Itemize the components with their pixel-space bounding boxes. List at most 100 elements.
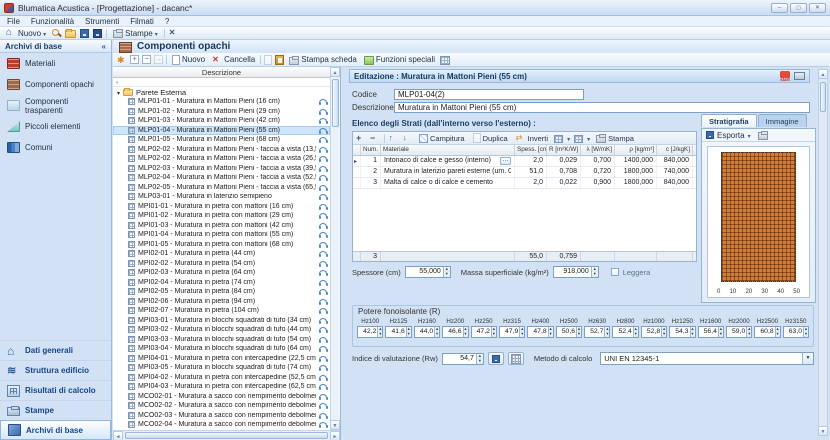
tree-item[interactable]: MPI04-02 - Muratura in pietra con interc… <box>113 373 330 383</box>
strati-table-row[interactable]: 1 Intonaco di calce e gesso (interno) 2,… <box>353 156 696 167</box>
tree-item[interactable]: MPI02-06 - Muratura in pietra (94 cm) <box>113 297 330 307</box>
tree-item[interactable]: MPI02-01 - Muratura in pietra (44 cm) <box>113 249 330 259</box>
frequency-value-field[interactable]: 42,2 <box>357 326 383 338</box>
move-down-icon[interactable] <box>403 133 413 143</box>
tree-item[interactable]: MPI03-01 - Muratura in blocchi squadrati… <box>113 316 330 326</box>
sidebar-item-componenti-opachi[interactable]: Componenti opachi <box>0 74 111 95</box>
tree-item[interactable]: MLP02-04 - Muratura in Mattoni Pieni - f… <box>113 173 330 183</box>
calculator-button[interactable] <box>508 352 524 365</box>
tools-icon[interactable] <box>169 28 179 38</box>
strati-table-row[interactable]: 2 Muratura in laterizio pareti esterne (… <box>353 167 696 178</box>
codice-input[interactable]: MLP01-04(2) <box>394 89 584 100</box>
spinner[interactable] <box>519 327 524 337</box>
open-folder-icon[interactable] <box>65 30 76 38</box>
frequency-value-field[interactable]: 63,0 <box>783 326 809 338</box>
nav-archivi-di-base[interactable]: Archivi di base <box>0 420 111 440</box>
spinner[interactable] <box>491 327 496 337</box>
save-index-button[interactable] <box>488 352 504 365</box>
spinner[interactable] <box>377 327 382 337</box>
frequency-value-field[interactable]: 41,6 <box>385 326 411 338</box>
grid-view-icon[interactable] <box>574 135 583 143</box>
descrizione-input[interactable]: Muratura in Mattoni Pieni (55 cm) <box>394 102 810 113</box>
tab-immagine[interactable]: Immagine <box>758 114 807 127</box>
nav-risultati-di-calcolo[interactable]: Risultati di calcolo <box>0 380 111 400</box>
spinner[interactable] <box>576 327 581 337</box>
nuovo-button[interactable]: Nuovo <box>4 28 48 38</box>
frequency-value-field[interactable]: 46,6 <box>442 326 468 338</box>
sidebar-item-comuni[interactable]: Comuni <box>0 137 111 158</box>
stampa-strati-button[interactable]: Stampa <box>594 133 636 143</box>
tree-item[interactable]: MLP02-05 - Muratura in Mattoni Pieni - f… <box>113 183 330 193</box>
tree-item[interactable]: MPI02-03 - Muratura in pietra (64 cm) <box>113 268 330 278</box>
spinner[interactable] <box>476 354 483 364</box>
detail-vertical-scrollbar[interactable] <box>818 69 828 436</box>
sidebar-item-piccoli-elementi[interactable]: Piccoli elementi <box>0 116 111 137</box>
frequency-value-field[interactable]: 44,0 <box>414 326 440 338</box>
indice-stepper[interactable]: 54,7 <box>442 353 484 365</box>
tree-item[interactable]: MCO02-03 - Muratura a sacco con riempime… <box>113 411 330 421</box>
tree-item[interactable]: MLP02-03 - Muratura in Mattoni Pieni - f… <box>113 164 330 174</box>
menu-filmati[interactable]: Filmati <box>130 17 154 26</box>
expanded-arrow-icon[interactable] <box>117 88 120 97</box>
nav-dati-generali[interactable]: Dati generali <box>0 340 111 360</box>
move-up-icon[interactable] <box>389 133 399 143</box>
tree-filter-row[interactable] <box>113 78 330 87</box>
add-layer-icon[interactable] <box>356 133 366 143</box>
tree-item[interactable]: MPI04-03 - Muratura in pietra con interc… <box>113 382 330 392</box>
maximize-button[interactable] <box>790 3 807 13</box>
tree-item[interactable]: MPI03-03 - Muratura in blocchi squadrati… <box>113 335 330 345</box>
chevron-down-icon[interactable] <box>748 131 751 140</box>
sidebar-item-materiali[interactable]: Materiali <box>0 53 111 74</box>
sidebar-item-componenti-trasparenti[interactable]: Componenti trasparenti <box>0 95 111 116</box>
save-icon[interactable] <box>80 29 89 38</box>
cancella-button[interactable]: Cancella <box>210 55 257 65</box>
frequency-value-field[interactable]: 47,9 <box>499 326 525 338</box>
ellipsis-button[interactable] <box>500 157 511 165</box>
scroll-down-icon[interactable] <box>818 426 828 436</box>
tree-item[interactable]: MLP01-03 - Muratura in Mattoni Pieni (42… <box>113 116 330 126</box>
tree-column-header[interactable]: Descrizione <box>113 67 330 78</box>
monitor-icon[interactable] <box>794 72 805 80</box>
printer-icon[interactable] <box>758 132 768 140</box>
tree-item[interactable]: MCO02-01 - Muratura a sacco con riempime… <box>113 392 330 402</box>
copy-icon[interactable] <box>264 55 272 65</box>
metodo-di-calcolo-select[interactable]: UNI EN 12345-1 <box>600 352 814 365</box>
tab-stratigrafia[interactable]: Stratigrafia <box>701 114 757 127</box>
frequency-value-field[interactable]: 52,8 <box>641 326 667 338</box>
chevron-down-icon[interactable] <box>587 134 590 143</box>
strati-table-row[interactable]: 3 Malta di calce o di calce e cemento 2,… <box>353 178 696 189</box>
spinner[interactable] <box>463 327 468 337</box>
inverti-button[interactable]: Inverti <box>514 133 550 143</box>
tree-item[interactable]: MPI03-02 - Muratura in blocchi squadrati… <box>113 325 330 335</box>
spessore-stepper[interactable]: 55,000 <box>405 266 451 278</box>
grid-tool-icon[interactable] <box>440 56 450 65</box>
tree-item[interactable]: MPI02-07 - Muratura in pietra (104 cm) <box>113 306 330 316</box>
frequency-value-field[interactable]: 52,7 <box>584 326 610 338</box>
gear-icon[interactable] <box>117 55 127 65</box>
nuovo-item-button[interactable]: Nuovo <box>170 55 207 65</box>
scroll-up-icon[interactable] <box>818 69 828 79</box>
save-all-icon[interactable] <box>93 29 102 38</box>
spinner[interactable] <box>443 267 450 277</box>
stampa-scheda-button[interactable]: Stampa scheda <box>287 55 359 65</box>
stampe-button[interactable]: Stampe <box>111 28 160 38</box>
tree-item[interactable]: MPI03-05 - Muratura in blocchi squadrati… <box>113 363 330 373</box>
tree-item[interactable]: MPI02-02 - Muratura in pietra (54 cm) <box>113 259 330 269</box>
tree-horizontal-scrollbar[interactable] <box>113 430 340 440</box>
menu-file[interactable]: File <box>7 17 20 26</box>
collapse-all-icon[interactable] <box>142 55 151 64</box>
spinner[interactable] <box>548 327 553 337</box>
nav-struttura-edificio[interactable]: Struttura edificio <box>0 360 111 380</box>
tree-item[interactable]: MPI02-05 - Muratura in pietra (84 cm) <box>113 287 330 297</box>
funzioni-speciali-button[interactable]: Funzioni speciali <box>362 55 437 65</box>
tree-folder[interactable]: Parete Esterna <box>113 87 330 97</box>
spinner[interactable] <box>633 327 638 337</box>
spinner[interactable] <box>746 327 751 337</box>
tree-item[interactable]: MPI01-02 - Muratura in pietra con matton… <box>113 211 330 221</box>
duplica-button[interactable]: Duplica <box>471 133 510 143</box>
spinner[interactable] <box>775 327 780 337</box>
tree-item[interactable]: MPI01-03 - Muratura in pietra con matton… <box>113 221 330 231</box>
frequency-value-field[interactable]: 47,8 <box>527 326 553 338</box>
nav-stampe[interactable]: Stampe <box>0 400 111 420</box>
menu-strumenti[interactable]: Strumenti <box>85 17 119 26</box>
